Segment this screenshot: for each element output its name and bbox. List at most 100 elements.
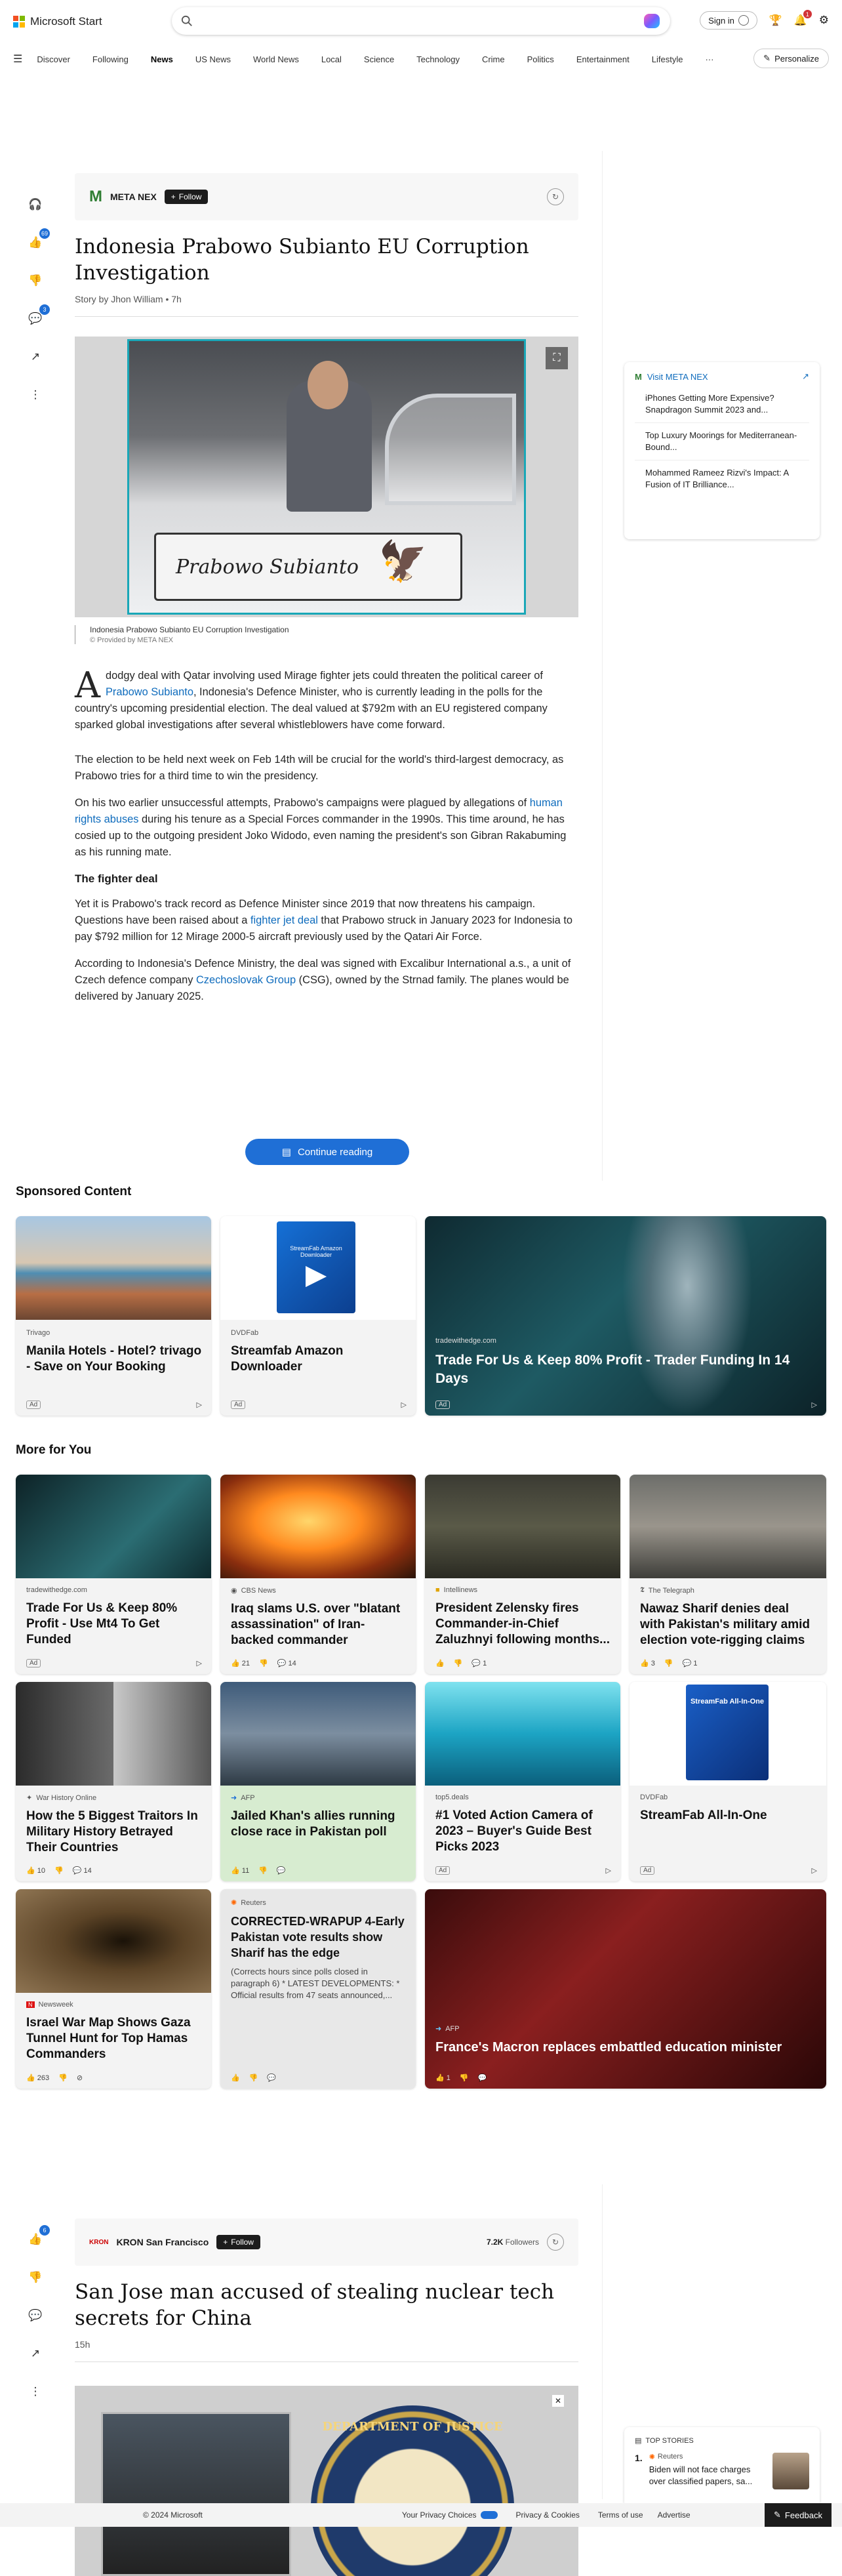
ad-choices-icon[interactable]: ▷ bbox=[812, 1866, 817, 1875]
more-options-button[interactable]: ⋮ bbox=[25, 2381, 46, 2402]
more-options-button[interactable]: ⋮ bbox=[25, 384, 46, 405]
share-button[interactable]: ↗ bbox=[25, 2343, 46, 2364]
nav-item-technology[interactable]: Technology bbox=[416, 54, 460, 64]
sponsored-card-large[interactable]: tradewithedge.com Trade For Us & Keep 80… bbox=[425, 1216, 826, 1416]
like-button[interactable]: 👍 6 bbox=[25, 2225, 50, 2250]
feed-card[interactable]: N Newsweek Israel War Map Shows Gaza Tunne… bbox=[16, 1889, 211, 2089]
personalize-button[interactable]: ✎ Personalize bbox=[753, 49, 829, 68]
rail-item[interactable]: Mohammed Rameez Rizvi's Impact: A Fusion… bbox=[635, 460, 809, 497]
like-icon[interactable]: 👍 3 bbox=[640, 1659, 655, 1667]
dislike-button[interactable]: 👎 bbox=[25, 270, 46, 291]
dislike-icon[interactable]: 👎 bbox=[460, 2074, 469, 2082]
comment-button[interactable]: 💬 bbox=[25, 2305, 46, 2326]
publisher-menu-icon[interactable]: ↻ bbox=[547, 188, 564, 205]
comment-icon[interactable]: 💬 bbox=[478, 2074, 487, 2082]
like-icon[interactable]: 👍 21 bbox=[231, 1659, 250, 1667]
feedback-button[interactable]: ✎ Feedback bbox=[765, 2503, 832, 2527]
nav-item-local[interactable]: Local bbox=[321, 54, 342, 64]
link-fighter-jet-deal[interactable]: fighter jet deal bbox=[251, 914, 318, 926]
comment-icon[interactable]: 💬 bbox=[277, 1866, 286, 1875]
dislike-icon[interactable]: 👎 bbox=[454, 1659, 463, 1667]
sponsored-card[interactable]: StreamFab Amazon Downloader ▶ DVDFab Str… bbox=[220, 1216, 416, 1416]
like-icon[interactable]: 👍 1 bbox=[435, 2074, 451, 2082]
ad-choices-icon[interactable]: ▷ bbox=[197, 1400, 202, 1409]
feed-card[interactable]: StreamFab All-In-One DVDFab StreamFab All… bbox=[630, 1682, 826, 1881]
follow-button[interactable]: + Follow bbox=[216, 2235, 260, 2249]
privacy-cookies-link[interactable]: Privacy & Cookies bbox=[516, 2510, 580, 2520]
comment-icon[interactable]: 💬 1 bbox=[683, 1659, 698, 1667]
like-icon[interactable]: 👍 11 bbox=[231, 1866, 249, 1875]
link-czechoslovak-group[interactable]: Czechoslovak Group bbox=[196, 974, 296, 986]
rail-item[interactable]: Top Luxury Moorings for Mediterranean-Bo… bbox=[635, 423, 809, 460]
nav-item-lifestyle[interactable]: Lifestyle bbox=[652, 54, 683, 64]
visit-publisher-link[interactable]: Visit META NEX bbox=[647, 372, 708, 382]
notifications-bell-icon[interactable]: 🔔 1 bbox=[794, 10, 812, 27]
nav-item-crime[interactable]: Crime bbox=[482, 54, 505, 64]
share-button[interactable]: ↗ bbox=[25, 346, 46, 367]
dislike-icon[interactable]: 👎 bbox=[58, 2074, 68, 2082]
link-prabowo-subianto[interactable]: Prabowo Subianto bbox=[106, 686, 193, 698]
article-hero-image[interactable]: Prabowo Subianto 🦅 ⛶ bbox=[75, 337, 578, 617]
external-link-icon[interactable]: ↗ bbox=[802, 371, 809, 382]
listen-button[interactable]: 🎧 bbox=[25, 194, 46, 215]
dislike-icon[interactable]: 👎 bbox=[249, 2074, 258, 2082]
sponsored-card[interactable]: Trivago Manila Hotels - Hotel? trivago -… bbox=[16, 1216, 211, 1416]
sign-in-button[interactable]: Sign in bbox=[700, 11, 757, 30]
like-button[interactable]: 👍 69 bbox=[25, 228, 50, 253]
feed-card[interactable]: tradewithedge.com Trade For Us & Keep 80%… bbox=[16, 1475, 211, 1674]
dislike-button[interactable]: 👎 bbox=[25, 2267, 46, 2288]
like-icon[interactable]: 👍 10 bbox=[26, 1866, 45, 1875]
ad-choices-icon[interactable]: ▷ bbox=[401, 1400, 407, 1409]
dislike-icon[interactable]: 👎 bbox=[664, 1659, 673, 1667]
feed-card[interactable]: ◉ CBS News Iraq slams U.S. over "blatant a… bbox=[220, 1475, 416, 1674]
like-icon[interactable]: 👍 bbox=[231, 2074, 240, 2082]
hide-icon[interactable]: ⊘ bbox=[77, 2074, 83, 2082]
dislike-icon[interactable]: 👎 bbox=[259, 1659, 268, 1667]
feed-card[interactable]: ✦ War History Online How the 5 Biggest Tra… bbox=[16, 1682, 211, 1881]
kron-logo-icon[interactable]: KRON bbox=[89, 2239, 108, 2246]
dislike-icon[interactable]: 👎 bbox=[258, 1866, 268, 1875]
comment-icon[interactable]: 💬 bbox=[267, 2074, 276, 2082]
rail-item[interactable]: iPhones Getting More Expensive? Snapdrag… bbox=[635, 386, 809, 423]
nav-item-science[interactable]: Science bbox=[364, 54, 394, 64]
privacy-choices-link[interactable]: Your Privacy Choices bbox=[402, 2510, 498, 2520]
feed-card[interactable]: ■ Intellinews President Zelensky fires Com… bbox=[425, 1475, 620, 1674]
advertise-link[interactable]: Advertise bbox=[658, 2510, 691, 2520]
ad-choices-icon[interactable]: ▷ bbox=[606, 1866, 611, 1875]
publisher-name[interactable]: META NEX bbox=[110, 192, 157, 202]
settings-gear-icon[interactable]: ⚙ bbox=[819, 14, 829, 27]
feed-card[interactable]: top5.deals #1 Voted Action Camera of 2023… bbox=[425, 1682, 620, 1881]
comment-icon[interactable]: 💬 14 bbox=[277, 1659, 296, 1667]
comment-icon[interactable]: 💬 14 bbox=[73, 1866, 92, 1875]
nav-item-discover[interactable]: Discover bbox=[37, 54, 70, 64]
follow-button[interactable]: + Follow bbox=[164, 190, 209, 204]
article-hero-image[interactable]: DEPARTMENT OF JUSTICE ✕ bbox=[75, 2386, 578, 2576]
like-icon[interactable]: 👍 bbox=[435, 1659, 445, 1667]
comment-button[interactable]: 💬 3 bbox=[25, 304, 50, 329]
nav-item-world-news[interactable]: World News bbox=[253, 54, 299, 64]
feed-card-text[interactable]: ✺ Reuters CORRECTED-WRAPUP 4-Early Pakista… bbox=[220, 1889, 416, 2089]
fullscreen-icon[interactable]: ⛶ bbox=[546, 347, 568, 369]
close-icon[interactable]: ✕ bbox=[552, 2395, 564, 2407]
terms-link[interactable]: Terms of use bbox=[598, 2510, 643, 2520]
publisher-name[interactable]: KRON San Francisco bbox=[116, 2237, 209, 2247]
ad-choices-icon[interactable]: ▷ bbox=[197, 1659, 202, 1667]
feed-card[interactable]: 𝕿 The Telegraph Nawaz Sharif denies deal w… bbox=[630, 1475, 826, 1674]
nav-item-following[interactable]: Following bbox=[92, 54, 129, 64]
publisher-menu-icon[interactable]: ↻ bbox=[547, 2234, 564, 2251]
brand-logo[interactable]: Microsoft Start bbox=[13, 15, 102, 28]
hamburger-menu-icon[interactable]: ☰ bbox=[13, 52, 22, 66]
continue-reading-button[interactable]: ▤ Continue reading bbox=[245, 1139, 409, 1165]
feed-card[interactable]: ➜ AFP Jailed Khan's allies running close r… bbox=[220, 1682, 416, 1881]
feed-card-large[interactable]: ➜ AFP France's Macron replaces embattled e… bbox=[425, 1889, 826, 2089]
search-box[interactable] bbox=[172, 7, 670, 35]
nav-more-button[interactable]: ··· bbox=[705, 54, 713, 64]
ad-choices-icon[interactable]: ▷ bbox=[812, 1400, 817, 1409]
top-story-item[interactable]: 1. ✺ Reuters Biden will not face charges … bbox=[635, 2453, 809, 2489]
meta-nex-logo-icon[interactable]: M bbox=[89, 188, 102, 206]
nav-item-us-news[interactable]: US News bbox=[195, 54, 231, 64]
nav-item-entertainment[interactable]: Entertainment bbox=[576, 54, 630, 64]
dislike-icon[interactable]: 👎 bbox=[54, 1866, 64, 1875]
rewards-trophy-icon[interactable]: 🏆 bbox=[769, 14, 782, 27]
copilot-icon[interactable] bbox=[644, 14, 660, 28]
